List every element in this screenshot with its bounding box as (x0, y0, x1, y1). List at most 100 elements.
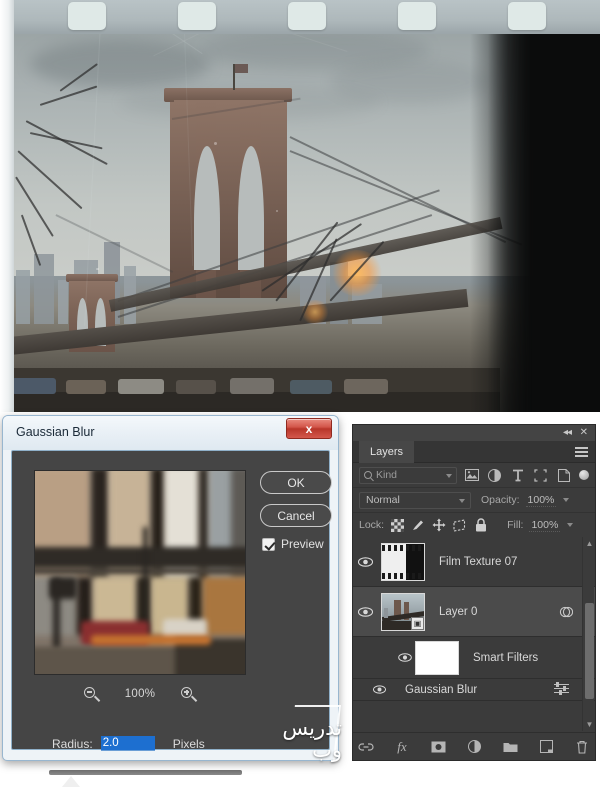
film-sprocket-hole (398, 2, 436, 30)
preview-label: Preview (281, 537, 324, 551)
radius-units-label: Pixels (172, 736, 205, 751)
shape-layer-filter-icon[interactable] (532, 467, 549, 484)
film-burn-edge-solid (488, 0, 600, 412)
lock-label: Lock: (359, 519, 385, 531)
lock-transparent-pixels-icon[interactable] (389, 517, 405, 533)
zoom-out-icon[interactable] (83, 686, 100, 702)
layer-filter-row: Kind (353, 463, 595, 488)
lock-position-icon[interactable] (431, 517, 447, 533)
car (66, 380, 106, 394)
new-layer-icon[interactable] (537, 738, 555, 756)
smart-object-badge: ▣ (411, 616, 424, 630)
search-input[interactable]: Kind (359, 466, 457, 484)
blend-mode-select[interactable]: Normal (359, 491, 471, 509)
watermark-frame (289, 705, 341, 761)
eye-icon[interactable] (395, 653, 415, 662)
smart-filter-gaussian-blur-row[interactable]: Gaussian Blur ˅ (353, 679, 595, 701)
lock-image-pixels-icon[interactable] (410, 517, 426, 533)
layers-panel: ◂◂ ✕ Layers Kind Normal Opacity: 100% Lo… (352, 424, 596, 761)
delete-layer-icon[interactable] (573, 738, 591, 756)
preview-checkbox[interactable] (262, 537, 275, 551)
radius-control: Radius: Pixels (52, 736, 205, 751)
car (118, 379, 164, 394)
smart-filters-toggle-icon[interactable] (559, 605, 574, 619)
new-adjustment-layer-icon[interactable] (465, 738, 483, 756)
add-layer-mask-icon[interactable] (429, 738, 447, 756)
close-panel-icon[interactable]: ✕ (580, 427, 588, 439)
film-dust (276, 210, 278, 212)
ok-button[interactable]: OK (260, 471, 332, 494)
collapse-panel-icon[interactable]: ◂◂ (563, 427, 572, 439)
layer-style-fx-icon[interactable]: fx (393, 738, 411, 756)
film-dust (96, 268, 99, 270)
car (290, 380, 332, 394)
dialog-body: 100% OK Cancel Preview Radius: Pixels تد… (11, 450, 342, 787)
smart-filters-row[interactable]: Smart Filters (353, 637, 595, 679)
blend-mode-value: Normal (366, 494, 400, 506)
opacity-label: Opacity: (481, 494, 520, 506)
pixel-layer-filter-icon[interactable] (463, 467, 480, 484)
canvas-left-margin (0, 0, 14, 412)
radius-slider-track[interactable] (49, 770, 242, 775)
dialog-title: Gaussian Blur (16, 425, 95, 439)
smart-filter-name[interactable]: Gaussian Blur (405, 684, 477, 696)
flag (235, 64, 248, 73)
car (230, 378, 274, 394)
radius-slider-thumb[interactable] (62, 776, 80, 787)
skyline-building (16, 270, 30, 324)
fill-value[interactable]: 100% (529, 519, 561, 532)
filter-enable-toggle[interactable] (579, 470, 589, 480)
type-layer-filter-icon[interactable] (509, 467, 526, 484)
dialog-titlebar[interactable]: Gaussian Blur x (3, 416, 338, 450)
car (12, 378, 56, 394)
new-group-icon[interactable] (501, 738, 519, 756)
layer-row-film-texture[interactable]: Film Texture 07 ^ (353, 537, 595, 587)
image-canvas (0, 0, 600, 412)
adjustment-layer-filter-icon[interactable] (486, 467, 503, 484)
opacity-value[interactable]: 100% (525, 494, 557, 507)
blur-preview-image[interactable] (34, 470, 246, 675)
fill-dropdown-icon[interactable] (567, 523, 574, 527)
preview-toggle[interactable]: Preview (262, 537, 324, 551)
scroll-up-icon[interactable]: ▲ (585, 539, 594, 548)
panel-tabs: Layers (353, 441, 595, 463)
tab-layers[interactable]: Layers (359, 441, 415, 463)
eye-icon[interactable] (353, 556, 377, 567)
zoom-in-icon[interactable] (181, 686, 198, 702)
layer-thumbnail[interactable] (381, 542, 425, 581)
filter-kind-label: Kind (376, 469, 398, 481)
smart-filters-label: Smart Filters (473, 651, 539, 664)
layer-name[interactable]: Film Texture 07 (439, 556, 595, 568)
link-layers-icon[interactable] (357, 738, 375, 756)
watermark: تدریس وب (250, 697, 342, 781)
panel-topbar: ◂◂ ✕ (353, 425, 595, 441)
preview-zoom-controls: 100% (34, 683, 246, 705)
layers-scrollbar[interactable]: ▲ ▼ (582, 537, 594, 731)
gaussian-blur-dialog: Gaussian Blur x 100% OK Cancel Preview R… (2, 415, 342, 787)
blending-options-icon[interactable] (554, 682, 569, 696)
watermark-text: تدریس وب (282, 716, 342, 763)
cancel-button[interactable]: Cancel (260, 504, 332, 527)
lock-row: Lock: Fill: 100% (353, 513, 595, 538)
film-dust (214, 142, 217, 145)
scroll-down-icon[interactable]: ▼ (585, 720, 594, 729)
eye-icon[interactable] (353, 606, 377, 617)
close-icon[interactable]: x (286, 418, 332, 439)
car (344, 379, 388, 394)
smart-object-filter-icon[interactable] (555, 467, 572, 484)
radius-input[interactable] (100, 736, 155, 751)
panel-menu-icon[interactable] (575, 447, 588, 457)
opacity-dropdown-icon[interactable] (563, 498, 570, 502)
film-sprocket-hole (68, 2, 106, 30)
smart-filter-mask-thumbnail[interactable] (415, 640, 459, 675)
lock-artboard-nesting-icon[interactable] (452, 517, 468, 533)
scrollbar-thumb[interactable] (585, 603, 594, 699)
skyline-building (34, 254, 54, 324)
lock-all-icon[interactable] (473, 517, 489, 533)
eye-icon[interactable] (353, 685, 405, 694)
layer-row-layer-0[interactable]: ▣ Layer 0 ^ (353, 587, 595, 637)
blend-mode-row: Normal Opacity: 100% (353, 488, 595, 513)
film-sprocket-hole (178, 2, 216, 30)
layer-thumbnail[interactable]: ▣ (381, 592, 425, 631)
fill-label: Fill: (507, 519, 524, 531)
